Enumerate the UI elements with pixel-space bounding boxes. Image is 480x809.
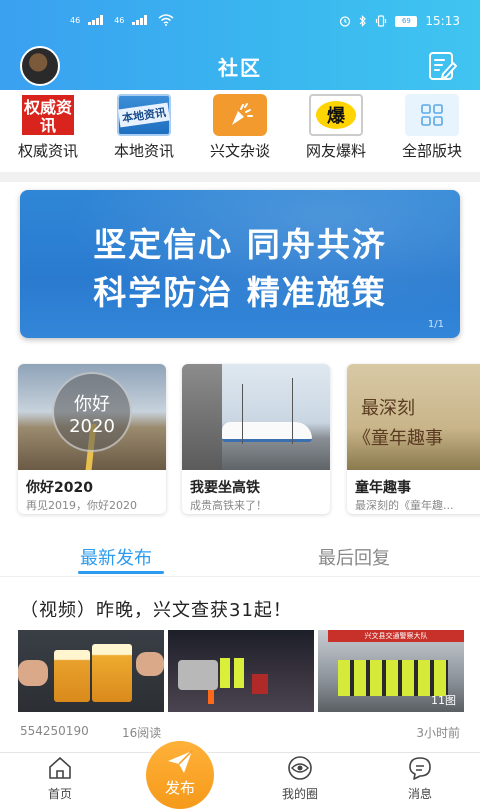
card-image-road: 你好 2020 xyxy=(18,364,166,470)
active-tab-indicator xyxy=(78,571,164,574)
nav-my-circle-label: 我的圈 xyxy=(281,787,318,801)
authority-news-icon: 权威资讯 xyxy=(21,94,75,136)
feature-card[interactable]: 你好 2020 你好2020 再见2019，你好2020 xyxy=(18,364,166,514)
feature-card[interactable]: 我要坐高铁 成贵高铁来了！ xyxy=(182,364,330,514)
banner-line-2: 科学防治 精准施策 xyxy=(93,273,387,312)
status-left: 46 46 xyxy=(70,14,174,26)
post-image-sign: 兴文县交通警察大队 xyxy=(328,630,464,642)
home-icon xyxy=(49,757,71,779)
clock: 15:13 xyxy=(425,14,460,28)
network-label-1: 46 xyxy=(70,15,81,25)
banner-carousel[interactable]: 坚定信心 同舟共济 科学防治 精准施策 1/1 xyxy=(20,190,460,338)
bluetooth-icon xyxy=(359,15,367,27)
card-subtitle: 成贵高铁来了！ xyxy=(190,499,267,512)
feature-card[interactable]: 最深刻 《童年趣事 童年趣事 最深刻的《童年趣... xyxy=(347,364,480,514)
category-label: 兴文杂谈 xyxy=(209,142,270,160)
bottom-nav: 首页 我的圈 消息 xyxy=(0,752,480,802)
nav-home-label: 首页 xyxy=(47,787,72,801)
app-header: 社区 xyxy=(0,44,480,90)
image-count-badge: 11图 xyxy=(431,694,456,707)
category-strip: 权威资讯 权威资讯 本地资讯 本地资讯 兴文杂谈 爆 网友爆料 全部版块 xyxy=(0,90,480,172)
nav-messages-label: 消息 xyxy=(407,787,432,801)
category-label: 网友爆料 xyxy=(305,142,366,160)
card-image-childhood: 最深刻 《童年趣事 xyxy=(347,364,480,470)
card-image-train xyxy=(182,364,330,470)
grid-icon xyxy=(405,94,459,136)
feature-cards: 你好 2020 你好2020 再见2019，你好2020 我要坐高铁 成贵高铁来… xyxy=(18,364,480,514)
message-icon xyxy=(409,757,431,780)
signal-icon xyxy=(88,15,106,25)
signal-icon-2 xyxy=(132,15,150,25)
section-divider xyxy=(0,172,480,182)
post-author: 554250190 xyxy=(20,724,89,738)
local-news-icon: 本地资讯 xyxy=(117,94,171,136)
network-label-2: 46 xyxy=(114,15,125,25)
wifi-icon xyxy=(158,14,174,26)
post-time: 3小时前 xyxy=(416,726,460,740)
chat-icon xyxy=(213,94,267,136)
card-title: 童年趣事 xyxy=(355,480,411,496)
card-image-text-1: 你好 xyxy=(74,394,110,415)
tab-latest[interactable]: 最新发布 xyxy=(80,544,152,570)
post-image-checkpoint xyxy=(168,630,314,712)
nav-messages[interactable]: 消息 xyxy=(380,755,460,802)
tipoff-icon-text: 爆 xyxy=(327,106,345,127)
category-label: 权威资讯 xyxy=(17,142,78,160)
battery-indicator: 69 xyxy=(395,15,418,27)
card-image-text-2: 2020 xyxy=(69,416,115,437)
edit-icon[interactable] xyxy=(426,50,458,82)
category-xingwen-chat[interactable]: 兴文杂谈 xyxy=(192,90,288,172)
post-thumbnails[interactable]: 兴文县交通警察大队 11图 xyxy=(18,630,464,712)
post-title[interactable]: （视频）昨晚，兴文查获31起！ xyxy=(20,596,292,622)
post-image-beer xyxy=(18,630,164,712)
category-tipoff[interactable]: 爆 网友爆料 xyxy=(288,90,384,172)
card-title: 你好2020 xyxy=(26,480,93,496)
paper-plane-icon xyxy=(168,750,193,773)
tipoff-icon: 爆 xyxy=(309,94,363,136)
alarm-icon xyxy=(340,16,351,27)
post-tabs: 最新发布 最后回复 xyxy=(0,536,480,576)
status-bar: 46 46 69 15:13 xyxy=(0,0,480,44)
local-news-icon-text: 本地资讯 xyxy=(117,102,171,128)
authority-news-icon-text: 权威资讯 xyxy=(24,98,73,135)
category-all-sections[interactable]: 全部版块 xyxy=(384,90,480,172)
tabs-border xyxy=(0,576,480,577)
card-subtitle: 再见2019，你好2020 xyxy=(26,499,137,512)
nav-home[interactable]: 首页 xyxy=(20,755,100,802)
card-title: 我要坐高铁 xyxy=(190,480,260,496)
circle-eye-icon xyxy=(288,756,312,780)
post-image-officers: 兴文县交通警察大队 11图 xyxy=(318,630,464,712)
banner-line-1: 坚定信心 同舟共济 xyxy=(93,225,387,264)
post-reads: 16阅读 xyxy=(122,726,162,740)
category-label: 本地资讯 xyxy=(113,142,174,160)
card-image-text-2: 《童年趣事 xyxy=(353,428,443,449)
nav-my-circle[interactable]: 我的圈 xyxy=(260,755,340,802)
tab-last-reply[interactable]: 最后回复 xyxy=(318,544,390,570)
vibrate-icon xyxy=(376,15,387,27)
category-local-news[interactable]: 本地资讯 本地资讯 xyxy=(96,90,192,172)
page-title: 社区 xyxy=(218,56,262,80)
party-popper-icon xyxy=(232,103,253,125)
card-image-text-1: 最深刻 xyxy=(361,398,415,419)
banner-page-indicator: 1/1 xyxy=(427,319,444,330)
category-label: 全部版块 xyxy=(401,142,462,160)
status-right: 69 15:13 xyxy=(339,14,460,28)
publish-button[interactable]: 发布 xyxy=(146,741,214,809)
publish-label: 发布 xyxy=(164,779,195,797)
card-subtitle: 最深刻的《童年趣... xyxy=(355,499,454,512)
category-authority-news[interactable]: 权威资讯 权威资讯 xyxy=(0,90,96,172)
